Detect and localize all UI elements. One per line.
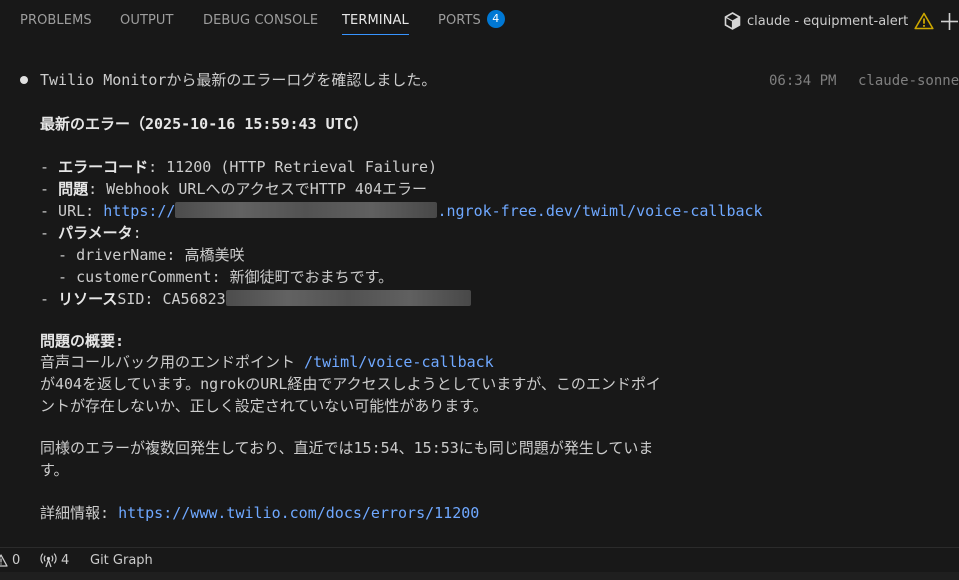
param-driver-label: - driverName: — [40, 246, 185, 264]
summary-line-1: 音声コールバック用のエンドポイント /twiml/voice-callback — [40, 351, 494, 373]
url-label: - URL: — [40, 202, 104, 220]
list-dash: - — [40, 158, 59, 176]
param-comment-line: - customerComment: 新御徒町でおまちです。 — [40, 266, 393, 288]
list-dash: - — [40, 224, 59, 242]
error-code-line: - エラーコード: 11200 (HTTP Retrieval Failure) — [40, 156, 437, 178]
url-end[interactable]: .ngrok-free.dev/twiml/voice-callback — [437, 202, 762, 220]
resource-label: リソース — [58, 290, 118, 308]
broadcast-icon — [40, 553, 61, 568]
list-dash: - — [40, 180, 59, 198]
new-terminal-button[interactable] — [940, 10, 959, 32]
list-dash: - — [40, 290, 59, 308]
error-code-value: : 11200 (HTTP Retrieval Failure) — [148, 158, 438, 176]
bullet-icon — [20, 76, 28, 84]
url-line: - URL: https:// .ngrok-free.dev/twiml/voi… — [40, 200, 763, 222]
summary-text-1: 音声コールバック用のエンドポイント — [40, 353, 305, 371]
tab-problems[interactable]: PROBLEMS — [20, 0, 92, 42]
ports-count-badge: 4 — [486, 9, 505, 28]
resource-sid: SID: CA56823 — [117, 290, 226, 308]
details-label: 詳細情報: — [40, 504, 119, 522]
message-time: 06:34 PM — [769, 73, 837, 89]
summary-title: 問題の概要 — [40, 332, 116, 350]
tab-ports-label: PORTS — [438, 13, 481, 28]
tab-terminal[interactable]: TERMINAL — [342, 0, 409, 42]
panel-tab-bar: PROBLEMS OUTPUT DEBUG CONSOLE TERMINAL P… — [0, 0, 959, 42]
warnings-count: 0 — [12, 553, 21, 568]
summary-endpoint: /twiml/voice-callback — [304, 353, 494, 371]
tab-output[interactable]: OUTPUT — [120, 0, 174, 42]
latest-error-title: 最新のエラー（2025-10-16 15:59:43 UTC） — [40, 115, 368, 133]
summary-colon: : — [115, 332, 125, 350]
summary-line-2: が404を返しています。ngrokのURL経由でアクセスしようとしていますが、こ… — [40, 375, 661, 393]
repeat-line-1: 同様のエラーが複数回発生しており、直近では15:54、15:53にも同じ問題が発… — [40, 439, 654, 457]
param-comment-label: - customerComment: — [40, 268, 230, 286]
resource-line: - リソースSID: CA56823 — [40, 288, 471, 310]
status-bar: 0 4 Git Graph — [0, 547, 959, 572]
params-label: パラメータ — [58, 224, 133, 242]
terminal-name: claude - equipment-alert — [747, 13, 909, 29]
model-name: claude-sonne — [858, 73, 959, 89]
window-bottom-edge — [0, 572, 959, 580]
ports-count: 4 — [61, 553, 70, 568]
summary-line-3: ントが存在しないか、正しく設定されていない可能性があります。 — [40, 397, 488, 415]
summary-title-line: 問題の概要: — [40, 330, 124, 352]
warning-icon — [914, 12, 934, 30]
params-line: - パラメータ: — [40, 222, 142, 244]
problem-label: 問題 — [58, 180, 89, 198]
terminal-output[interactable]: Twilio Monitorから最新のエラーログを確認しました。 06:34 P… — [0, 42, 959, 547]
warning-triangle-icon — [0, 554, 12, 567]
redacted-url-host — [175, 201, 438, 218]
tab-ports[interactable]: PORTS 4 — [438, 0, 505, 42]
header-line: Twilio Monitorから最新のエラーログを確認しました。 — [40, 71, 437, 89]
status-ports[interactable]: 4 — [40, 548, 69, 573]
problem-value: : Webhook URLへのアクセスでHTTP 404エラー — [88, 180, 427, 198]
terminal-instance-selector[interactable]: claude - equipment-alert — [724, 10, 934, 32]
details-link[interactable]: https://www.twilio.com/docs/errors/11200 — [118, 504, 479, 522]
param-driver-value: 高橋美咲 — [184, 246, 245, 264]
param-driver-line: - driverName: 高橋美咲 — [40, 244, 245, 266]
details-line: 詳細情報: https://www.twilio.com/docs/errors… — [40, 502, 479, 524]
repeat-line-2: す。 — [40, 461, 69, 479]
problem-line: - 問題: Webhook URLへのアクセスでHTTP 404エラー — [40, 178, 427, 200]
error-code-label: エラーコード — [58, 158, 149, 176]
url-start[interactable]: https:// — [103, 202, 175, 220]
terminal-cube-icon — [724, 12, 741, 30]
redacted-sid — [225, 289, 471, 306]
status-warnings[interactable]: 0 — [0, 548, 20, 573]
param-comment-value: 新御徒町でおまちです。 — [229, 268, 394, 286]
plus-icon — [940, 12, 959, 31]
params-colon: : — [132, 224, 142, 242]
git-graph-button[interactable]: Git Graph — [90, 548, 153, 573]
tab-debug-console[interactable]: DEBUG CONSOLE — [203, 0, 318, 42]
